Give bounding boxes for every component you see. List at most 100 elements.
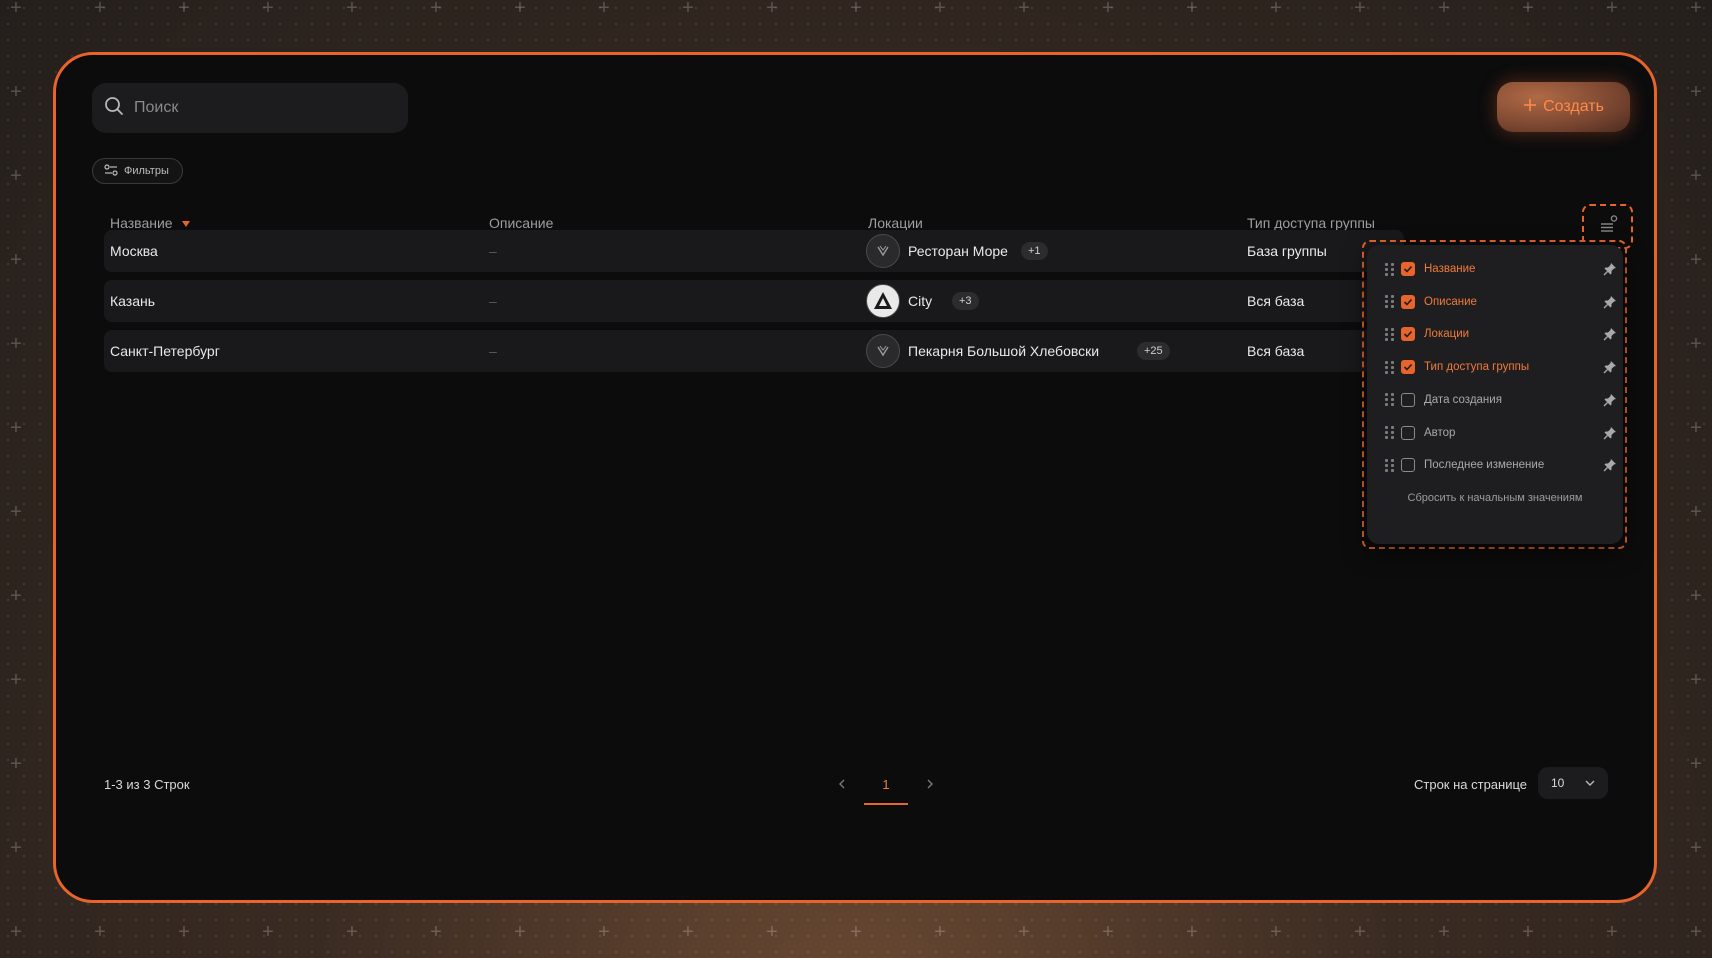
decorative-plus-icon: +: [10, 585, 22, 607]
rows-per-page-select[interactable]: 10: [1538, 767, 1608, 799]
column-header-locations[interactable]: Локации: [868, 215, 923, 231]
page-1-button[interactable]: 1: [864, 777, 908, 792]
column-header-description[interactable]: Описание: [489, 215, 553, 231]
decorative-plus-icon: +: [10, 921, 22, 943]
column-header-name[interactable]: Название: [110, 215, 191, 231]
table-row[interactable]: Казань – City +3 Вся база: [104, 280, 1404, 322]
filters-icon: [104, 163, 118, 179]
create-button[interactable]: Создать: [1497, 82, 1630, 132]
pin-icon[interactable]: [1603, 262, 1617, 276]
decorative-plus-icon: +: [1690, 333, 1702, 355]
column-header-access-type[interactable]: Тип доступа группы: [1247, 215, 1375, 231]
column-header-label: Название: [110, 215, 173, 231]
pin-icon[interactable]: [1603, 327, 1617, 341]
column-option[interactable]: Название: [1385, 259, 1617, 279]
decorative-plus-icon: +: [1438, 921, 1450, 943]
access-type: База группы: [1247, 243, 1327, 259]
column-option[interactable]: Дата создания: [1385, 390, 1617, 410]
next-page-icon[interactable]: [924, 777, 936, 789]
active-page-indicator: [864, 803, 908, 805]
column-option-label: Описание: [1424, 295, 1477, 308]
decorative-plus-icon: +: [10, 417, 22, 439]
access-type: Вся база: [1247, 293, 1305, 309]
decorative-plus-icon: +: [682, 0, 694, 19]
search-bar[interactable]: [92, 83, 408, 133]
location-count-badge[interactable]: +1: [1021, 242, 1048, 260]
column-option-label: Дата создания: [1424, 393, 1502, 406]
decorative-plus-icon: +: [10, 249, 22, 271]
column-option-label: Название: [1424, 263, 1476, 275]
rows-summary: 1-3 из 3 Строк: [104, 777, 190, 792]
decorative-plus-icon: +: [598, 921, 610, 943]
decorative-plus-icon: +: [262, 0, 274, 19]
location-count-badge[interactable]: +25: [1137, 342, 1170, 360]
column-checkbox[interactable]: [1401, 360, 1415, 375]
drag-handle-icon[interactable]: [1385, 458, 1395, 472]
drag-handle-icon[interactable]: [1385, 360, 1395, 374]
rows-per-page-value: 10: [1551, 776, 1565, 790]
decorative-plus-icon: +: [10, 0, 22, 19]
table-row[interactable]: Санкт-Петербург – Пекарня Большой Хлебов…: [104, 330, 1404, 372]
decorative-plus-icon: +: [514, 0, 526, 19]
decorative-plus-icon: +: [766, 921, 778, 943]
column-checkbox[interactable]: [1401, 392, 1415, 407]
drag-handle-icon[interactable]: [1385, 295, 1395, 309]
prev-page-icon[interactable]: [836, 777, 848, 789]
access-type: Вся база: [1247, 343, 1305, 359]
plus-icon: [1523, 98, 1537, 117]
column-checkbox[interactable]: [1401, 425, 1415, 440]
pin-icon[interactable]: [1603, 393, 1617, 407]
column-option-label: Последнее изменение: [1424, 459, 1545, 472]
decorative-plus-icon: +: [10, 753, 22, 775]
column-checkbox[interactable]: [1401, 294, 1415, 309]
pin-icon[interactable]: [1603, 458, 1617, 472]
decorative-plus-icon: +: [850, 921, 862, 943]
decorative-plus-icon: +: [10, 837, 22, 859]
decorative-plus-icon: +: [346, 0, 358, 19]
decorative-plus-icon: +: [766, 0, 778, 19]
rows-per-page-label: Строк на странице: [1414, 777, 1528, 792]
decorative-plus-icon: +: [1690, 81, 1702, 103]
search-input[interactable]: [132, 98, 396, 118]
chevron-down-icon: [1584, 777, 1596, 792]
decorative-plus-icon: +: [430, 921, 442, 943]
column-option[interactable]: Описание: [1385, 292, 1617, 312]
decorative-plus-icon: +: [1186, 921, 1198, 943]
group-name: Санкт-Петербург: [110, 343, 220, 359]
decorative-plus-icon: +: [1690, 753, 1702, 775]
column-checkbox[interactable]: [1401, 262, 1415, 276]
main-window: Фильтры Создать Название Описание Локаци…: [53, 52, 1657, 903]
pin-icon[interactable]: [1603, 426, 1617, 440]
location-logo-icon: [866, 234, 900, 268]
decorative-plus-icon: +: [1102, 0, 1114, 19]
group-description: –: [489, 243, 497, 259]
drag-handle-icon[interactable]: [1385, 426, 1395, 439]
group-name: Казань: [110, 293, 156, 309]
decorative-plus-icon: +: [1606, 0, 1618, 19]
decorative-plus-icon: +: [1522, 921, 1534, 943]
pin-icon[interactable]: [1603, 295, 1617, 309]
table-row[interactable]: Москва – Ресторан Море +1 База группы: [104, 230, 1404, 272]
filters-button[interactable]: Фильтры: [92, 158, 183, 184]
column-option[interactable]: Последнее изменение: [1385, 455, 1617, 475]
decorative-plus-icon: +: [1354, 921, 1366, 943]
column-option[interactable]: Тип доступа группы: [1385, 357, 1617, 377]
pin-icon[interactable]: [1603, 360, 1617, 374]
column-checkbox[interactable]: [1401, 458, 1415, 473]
drag-handle-icon[interactable]: [1385, 393, 1395, 407]
group-description: –: [489, 343, 497, 359]
drag-handle-icon[interactable]: [1385, 262, 1395, 276]
reset-columns-link[interactable]: Сбросить к начальным значениям: [1367, 492, 1623, 504]
column-option[interactable]: Автор: [1385, 423, 1617, 443]
column-option[interactable]: Локации: [1385, 324, 1617, 344]
column-checkbox[interactable]: [1401, 327, 1415, 342]
decorative-plus-icon: +: [1690, 417, 1702, 439]
decorative-plus-icon: +: [10, 669, 22, 691]
decorative-plus-icon: +: [1522, 0, 1534, 19]
decorative-plus-icon: +: [1270, 0, 1282, 19]
drag-handle-icon[interactable]: [1385, 327, 1395, 341]
column-option-label: Автор: [1424, 426, 1456, 439]
decorative-plus-icon: +: [1690, 0, 1702, 19]
sort-desc-icon[interactable]: [181, 215, 191, 231]
location-count-badge[interactable]: +3: [952, 292, 979, 310]
